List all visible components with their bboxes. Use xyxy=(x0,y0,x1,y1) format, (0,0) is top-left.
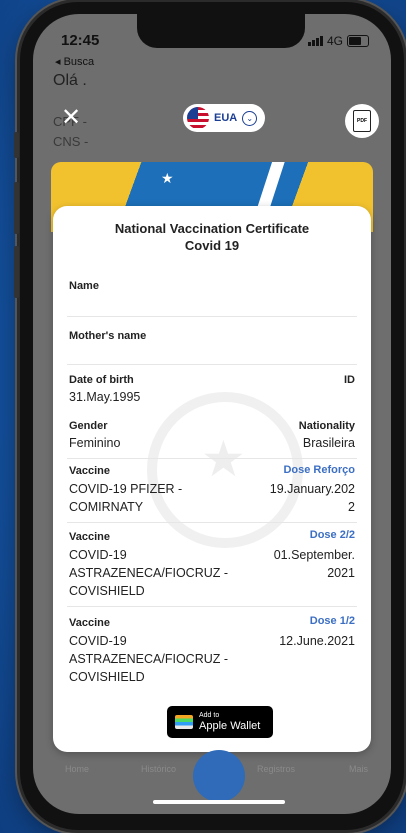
dose-label: Dose 1/2 xyxy=(309,615,355,627)
volume-up-button xyxy=(14,182,19,234)
vaccine-name-line: ASTRAZENECA/FIOCRUZ - xyxy=(69,566,229,580)
volume-down-button xyxy=(14,246,19,298)
dose-label: Dose 2/2 xyxy=(309,529,355,541)
star-icon: ★ xyxy=(161,170,174,186)
vaccine-name-line: COVISHIELD xyxy=(69,584,145,598)
divider xyxy=(67,458,357,459)
gender-value: Feminino xyxy=(69,436,121,450)
mute-switch xyxy=(14,132,19,158)
back-to-search-link[interactable]: ◂ Busca xyxy=(55,55,94,68)
vaccine-label: Vaccine xyxy=(69,465,110,477)
notch xyxy=(137,14,305,48)
country-selector[interactable]: EUA ⌄ xyxy=(183,104,265,132)
vaccine-name-line: COVID-19 xyxy=(69,634,127,648)
name-label: Name xyxy=(69,280,99,292)
gender-label: Gender xyxy=(69,420,108,432)
tab-home[interactable]: Home xyxy=(65,764,89,774)
vaccine-date-line: 2021 xyxy=(327,566,355,580)
vaccine-date-line: 2 xyxy=(348,500,355,514)
tab-historico[interactable]: Histórico xyxy=(141,764,176,774)
status-time: 12:45 xyxy=(61,32,100,49)
add-to-apple-wallet-button[interactable]: Add to Apple Wallet xyxy=(167,706,273,738)
vaccine-label: Vaccine xyxy=(69,617,110,629)
tab-bar: Home Histórico Registros Mais xyxy=(33,750,391,802)
network-type: 4G xyxy=(326,34,343,48)
vaccine-name-line: COVISHIELD xyxy=(69,670,145,684)
us-flag-icon xyxy=(187,107,209,129)
phone-screen: 12:45 ◂ Busca 4G Olá . CPF - CNS - ✕ EUA… xyxy=(33,14,391,814)
vaccine-name-line: COVID-19 xyxy=(69,548,127,562)
pdf-download-button[interactable]: PDF xyxy=(345,104,379,138)
signal-icon xyxy=(307,36,323,46)
chevron-down-icon: ⌄ xyxy=(242,110,258,126)
divider xyxy=(67,364,357,365)
nationality-value: Brasileira xyxy=(302,436,355,450)
divider xyxy=(67,522,357,523)
vaccine-name-line: COVID-19 PFIZER - xyxy=(69,482,183,496)
vaccine-name-line: ASTRAZENECA/FIOCRUZ - xyxy=(69,652,229,666)
vaccination-certificate-card: National Vaccination Certificate Covid 1… xyxy=(53,206,371,752)
battery-icon xyxy=(347,35,369,47)
divider xyxy=(67,316,357,317)
vaccine-date-line: 01.September. xyxy=(273,548,355,562)
greeting: Olá . xyxy=(53,72,87,89)
dose-label: Dose Reforço xyxy=(283,464,355,476)
mother-name-label: Mother's name xyxy=(69,330,147,342)
home-indicator xyxy=(153,800,285,804)
vaccine-date-line: 12.June.2021 xyxy=(279,634,355,648)
tab-mais[interactable]: Mais xyxy=(349,764,368,774)
cns-text: CNS - xyxy=(53,134,89,149)
brazil-seal-watermark xyxy=(147,392,303,548)
dob-value: 31.May.1995 xyxy=(69,390,141,404)
pdf-icon: PDF xyxy=(353,110,371,132)
dob-label: Date of birth xyxy=(69,374,134,386)
certificate-title-line1: National Vaccination Certificate xyxy=(114,221,310,236)
status-indicators: 4G xyxy=(307,34,369,48)
wallet-icon xyxy=(175,715,193,729)
wallet-small-text: Add to xyxy=(199,712,220,719)
close-icon[interactable]: ✕ xyxy=(61,106,81,130)
certificate-title: National Vaccination Certificate Covid 1… xyxy=(53,220,371,254)
vaccine-label: Vaccine xyxy=(69,531,110,543)
id-label: ID xyxy=(344,374,355,386)
vaccine-date-line: 19.January.202 xyxy=(269,482,355,496)
nationality-label: Nationality xyxy=(298,420,355,432)
certificate-title-line2: Covid 19 xyxy=(184,238,240,253)
divider xyxy=(67,606,357,607)
center-action-button[interactable] xyxy=(193,750,245,802)
vaccine-name-line: COMIRNATY xyxy=(69,500,144,514)
tab-registros[interactable]: Registros xyxy=(257,764,295,774)
wallet-big-text: Apple Wallet xyxy=(199,720,261,732)
country-label: EUA xyxy=(214,112,238,124)
